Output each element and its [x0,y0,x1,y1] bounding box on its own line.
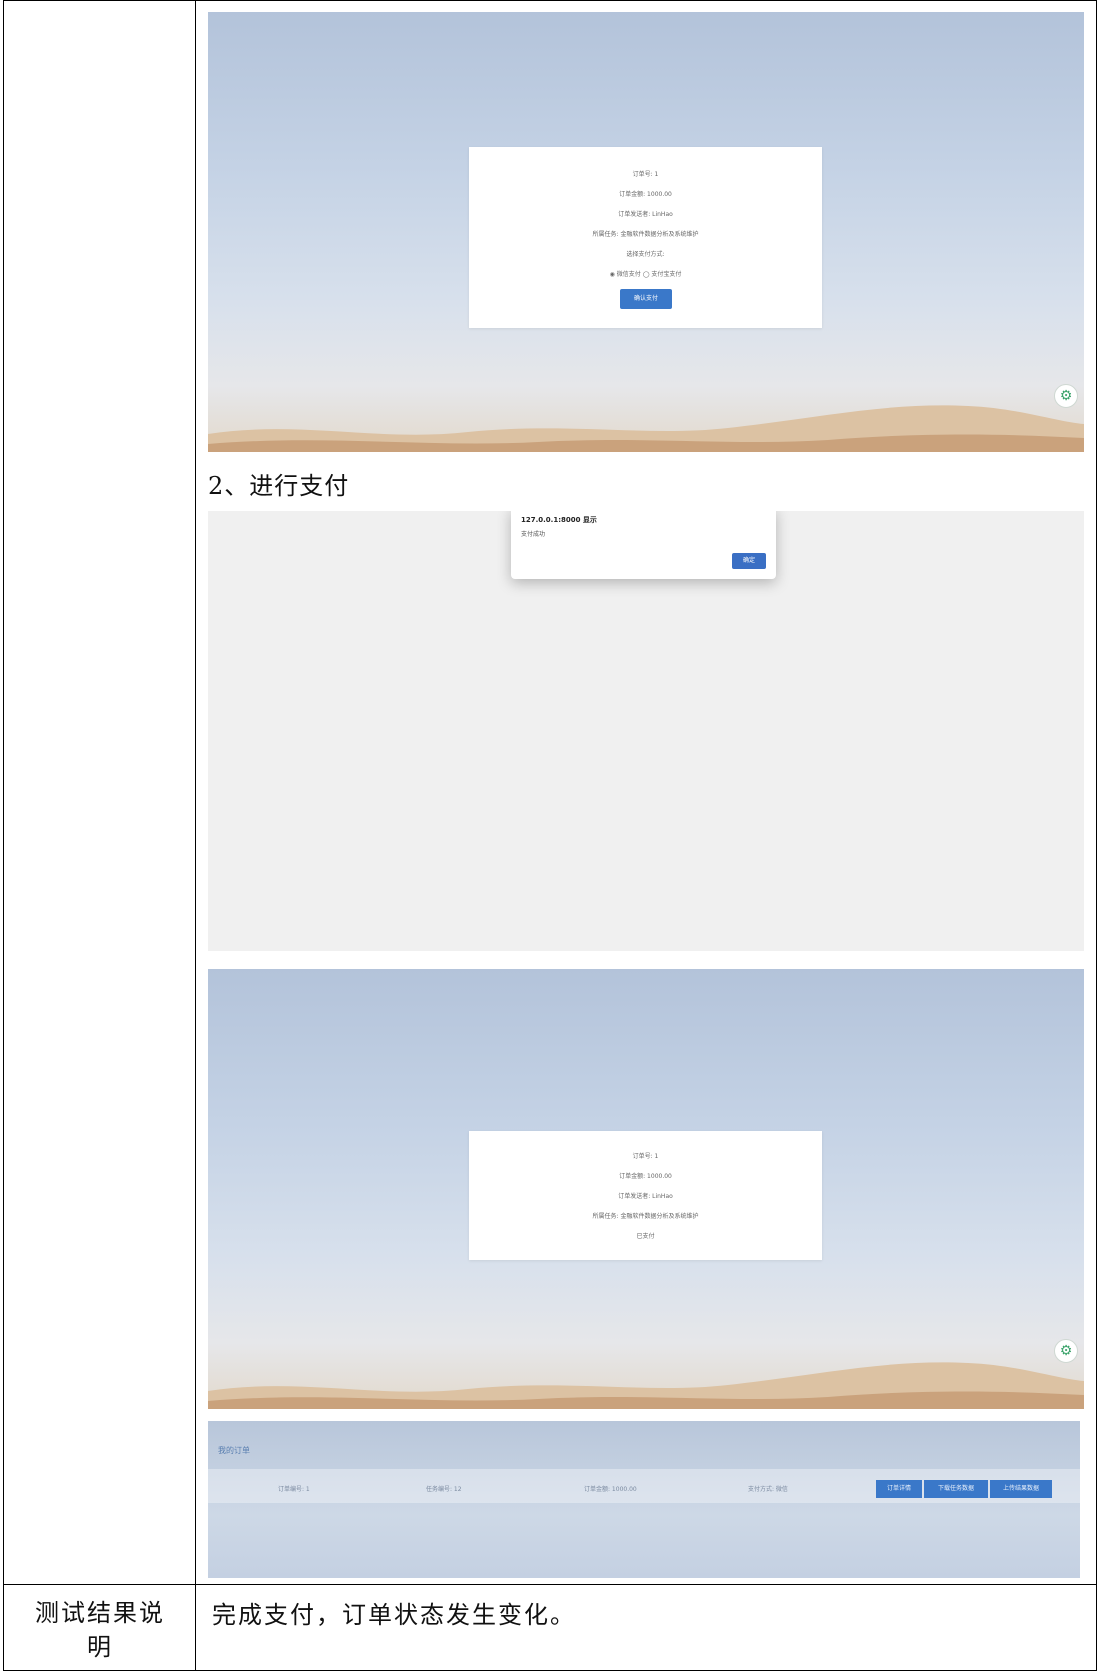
browser-alert-dialog: 127.0.0.1:8000 显示 支付成功 确定 [511,511,776,579]
order-number: 订单号: 1 [632,1153,659,1160]
order-status: 已支付 [636,1233,655,1240]
order-product: 所属任务: 金融软件数据分析及系统维护 [592,231,699,238]
orders-title: 我的订单 [218,1446,250,1455]
order-amount: 订单金额: 1000.00 [584,1486,637,1493]
alert-title: 127.0.0.1:8000 显示 [521,516,597,524]
order-amount: 订单金额: 1000.00 [619,1173,672,1180]
table-border-top [3,0,1097,1]
paid-page-screenshot: 订单号: 1 订单金额: 1000.00 订单发送者: LinHao 所属任务:… [208,969,1084,1409]
table-border-middle [195,0,196,1671]
alert-ok-button[interactable]: 确定 [732,553,766,569]
pay-method: 支付方式: 微信 [748,1486,788,1493]
order-id: 订单编号: 1 [278,1486,310,1493]
table-border-left [3,0,4,1671]
result-text: 完成支付，订单状态发生变化。 [212,1601,576,1629]
order-amount: 订单金额: 1000.00 [619,191,672,198]
choose-method-label: 选择支付方式: [626,251,665,258]
order-detail-button[interactable]: 订单详情 [876,1480,922,1498]
alert-screenshot: 127.0.0.1:8000 显示 支付成功 确定 [208,511,1084,951]
task-id: 任务编号: 12 [426,1486,462,1493]
step2-caption: 2、进行支付 [208,472,350,500]
alert-message: 支付成功 [521,531,546,538]
table-border-right [1096,0,1097,1671]
settings-gear-icon[interactable]: ⚙ [1054,1339,1078,1363]
order-product: 所属任务: 金融软件数据分析及系统维护 [592,1213,699,1220]
order-sender: 订单发送者: LinHao [618,1193,673,1200]
result-label: 测试结果说明 [35,1599,165,1661]
orders-list-screenshot: 我的订单 订单编号: 1 任务编号: 12 订单金额: 1000.00 支付方式… [208,1421,1080,1578]
order-sender: 订单发送者: LinHao [618,211,673,218]
payment-method-radios[interactable]: ◉ 微信支付 ◯ 支付宝支付 [469,269,822,278]
settings-gear-icon[interactable]: ⚙ [1054,384,1078,408]
order-payment-card: 订单号: 1 订单金额: 1000.00 订单发送者: LinHao 所属任务:… [469,147,822,328]
download-task-data-button[interactable]: 下载任务数据 [924,1480,988,1498]
desert-dunes [208,405,1084,452]
order-status-card: 订单号: 1 订单金额: 1000.00 订单发送者: LinHao 所属任务:… [469,1131,822,1260]
payment-page-screenshot: 订单号: 1 订单金额: 1000.00 订单发送者: LinHao 所属任务:… [208,12,1084,452]
upload-result-data-button[interactable]: 上传结果数据 [990,1480,1052,1498]
order-row: 订单编号: 1 任务编号: 12 订单金额: 1000.00 支付方式: 微信 … [208,1469,1080,1503]
order-number: 订单号: 1 [632,171,659,178]
confirm-payment-button[interactable]: 确认支付 [620,289,672,309]
table-row-divider [3,1584,1097,1585]
desert-dunes [208,1362,1084,1409]
